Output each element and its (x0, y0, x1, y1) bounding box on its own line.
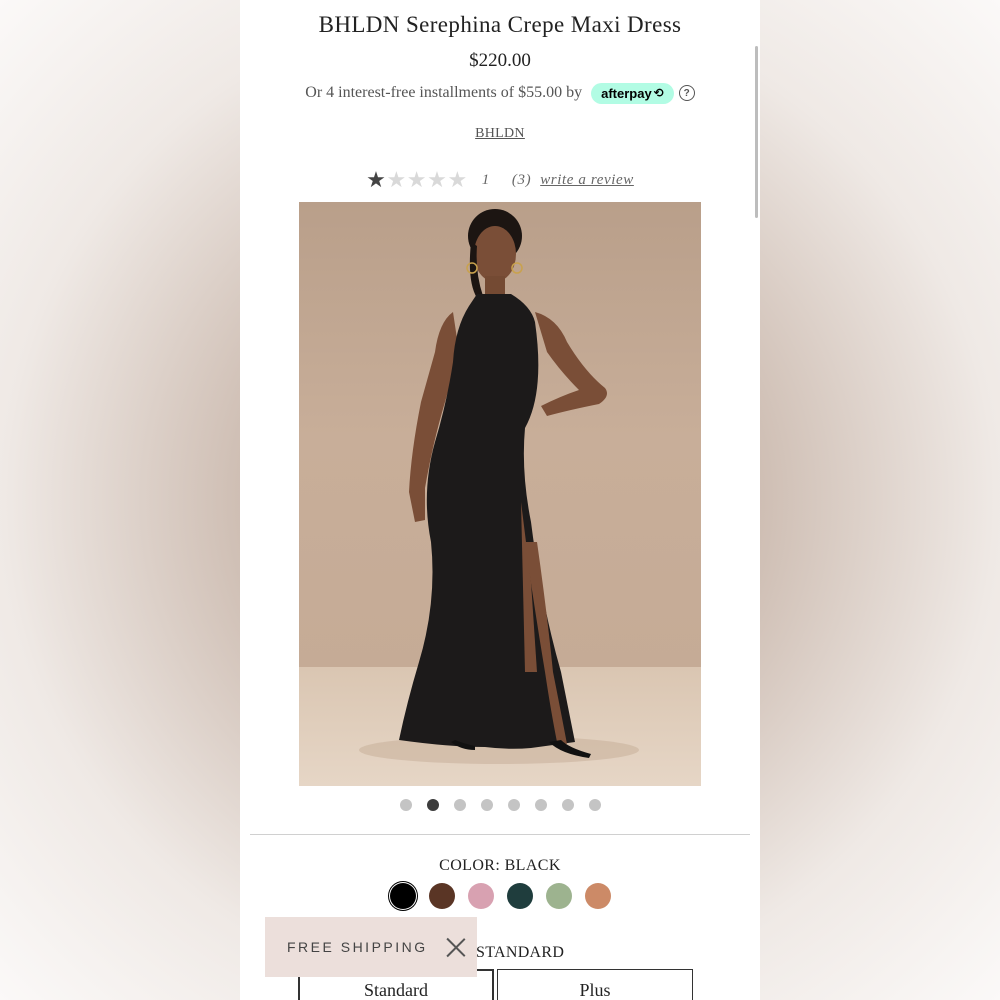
afterpay-label: afterpay (601, 85, 652, 101)
afterpay-badge[interactable]: afterpay ⟲ (591, 82, 674, 104)
write-review-link[interactable]: write a review (540, 172, 634, 189)
carousel-dot[interactable] (480, 799, 493, 811)
carousel-dot[interactable] (561, 799, 574, 811)
afterpay-installments: Or 4 interest-free installments of $55.0… (240, 80, 760, 106)
size-type-label: STANDARD (476, 944, 565, 961)
carousel-dot[interactable] (588, 799, 601, 811)
free-shipping-banner: FREE SHIPPING (265, 917, 477, 977)
product-image[interactable] (299, 202, 701, 786)
color-label: COLOR: BLACK (439, 857, 561, 874)
installments-text: Or 4 interest-free installments of $55.0… (305, 84, 583, 101)
star-empty-icon: ★ (447, 167, 468, 192)
brand-link-row: BHLDN (240, 126, 760, 142)
carousel-dot[interactable] (453, 799, 466, 811)
swatch-black[interactable] (389, 883, 416, 909)
swatch-pink[interactable] (467, 883, 494, 909)
dress-photo (299, 202, 701, 786)
carousel-dots (240, 799, 760, 811)
close-icon[interactable] (445, 936, 467, 958)
brand-link[interactable]: BHLDN (475, 126, 525, 141)
star-empty-icon: ★ (427, 167, 448, 192)
free-shipping-text: FREE SHIPPING (287, 939, 428, 955)
star-empty-icon: ★ (386, 167, 407, 192)
star-rating: ★ ★ ★ ★ ★ (366, 169, 468, 191)
star-filled-icon: ★ (366, 167, 387, 192)
carousel-dot-active[interactable] (426, 799, 439, 811)
rating-value: 1 (481, 171, 490, 188)
carousel-dot[interactable] (399, 799, 412, 811)
swatch-brown[interactable] (428, 883, 455, 909)
swatch-terracotta[interactable] (584, 883, 611, 909)
review-count: (3) (511, 171, 532, 188)
star-empty-icon: ★ (406, 167, 428, 192)
afterpay-logo-icon: ⟲ (653, 86, 664, 100)
divider (250, 834, 750, 835)
rating-row: ★ ★ ★ ★ ★ 1 (3) write a review (240, 168, 760, 192)
help-icon[interactable]: ? (678, 85, 695, 101)
size-plus-button[interactable]: Plus (497, 969, 693, 1000)
product-price: $220.00 (469, 50, 531, 71)
product-title: BHLDN Serephina Crepe Maxi Dress (318, 12, 682, 37)
product-page: BHLDN Serephina Crepe Maxi Dress $220.00… (240, 0, 760, 1000)
swatch-dark-green[interactable] (506, 883, 533, 909)
carousel-dot[interactable] (534, 799, 547, 811)
carousel-dot[interactable] (507, 799, 520, 811)
color-swatches (240, 883, 760, 909)
swatch-sage[interactable] (545, 883, 572, 909)
